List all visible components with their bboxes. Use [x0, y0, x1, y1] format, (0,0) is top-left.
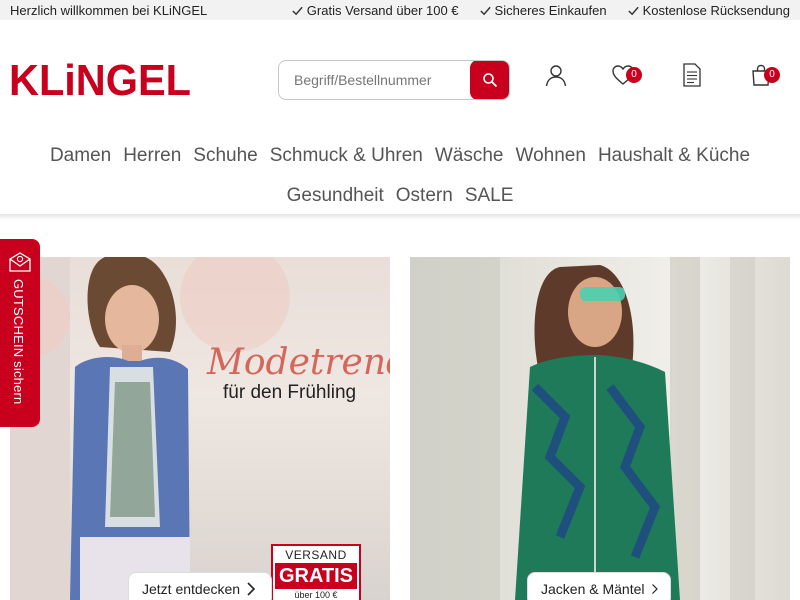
envelope-icon — [9, 252, 31, 272]
search-button[interactable] — [470, 61, 509, 99]
free-shipping-badge: VERSAND GRATIS über 100 € — [271, 544, 361, 600]
promo-subtitle: für den Frühling — [223, 382, 357, 403]
badge-line-1: VERSAND — [285, 548, 347, 562]
cta-label: Jacken & Mäntel — [541, 581, 645, 597]
nav-item-schuhe[interactable]: Schuhe — [193, 145, 257, 167]
badge-line-2: GRATIS — [275, 563, 357, 589]
check-icon — [479, 6, 491, 15]
usp-label: Gratis Versand über 100 € — [306, 2, 459, 18]
search-icon — [483, 73, 498, 88]
usp-label: Kostenlose Rücksendung — [642, 2, 790, 18]
promo-tile-women-fashion[interactable]: Modetrends für den Frühling VERSAND GRAT… — [10, 257, 390, 600]
cart-count-badge: 0 — [764, 67, 780, 83]
nav-item-ostern[interactable]: Ostern — [396, 185, 453, 207]
catalog-order-button[interactable] — [679, 62, 705, 88]
badge-line-3: über 100 € — [294, 590, 338, 600]
nav-row-primary: Damen Herren Schuhe Schmuck & Uhren Wäsc… — [0, 138, 800, 174]
klingel-logo[interactable]: KLiNGEL — [9, 58, 193, 100]
usp-list: Gratis Versand über 100 € Sicheres Einka… — [291, 3, 790, 18]
account-button[interactable] — [543, 62, 569, 88]
usp-free-returns: Kostenlose Rücksendung — [627, 3, 790, 18]
check-icon — [627, 6, 639, 15]
jackets-coats-button[interactable]: Jacken & Mäntel — [527, 572, 671, 600]
chevron-right-icon — [247, 582, 256, 596]
nav-item-gesundheit[interactable]: Gesundheit — [287, 185, 384, 207]
search-input[interactable] — [279, 61, 469, 99]
discover-button[interactable]: Jetzt entdecken — [128, 572, 272, 600]
nav-row-secondary: Gesundheit Ostern SALE — [0, 178, 800, 214]
check-icon — [292, 6, 303, 15]
nav-item-sale[interactable]: SALE — [465, 185, 514, 207]
voucher-side-tab[interactable]: GUTSCHEIN sichern — [0, 239, 40, 427]
document-icon — [683, 63, 701, 87]
nav-item-haushalt-kueche[interactable]: Haushalt & Küche — [598, 145, 750, 167]
model-photo — [410, 257, 755, 600]
promo-tile-jackets-coats[interactable]: Jacken & Mäntel — [410, 257, 790, 600]
logo-text: KLiNGEL — [9, 58, 191, 100]
usp-free-shipping: Gratis Versand über 100 € — [291, 3, 459, 18]
wishlist-button[interactable]: 0 — [610, 62, 642, 88]
nav-item-damen[interactable]: Damen — [50, 145, 111, 167]
welcome-text: Herzlich willkommen bei KLiNGEL — [10, 2, 208, 18]
nav-item-wohnen[interactable]: Wohnen — [516, 145, 586, 167]
promo-title: Modetrends — [207, 342, 390, 383]
voucher-label: GUTSCHEIN sichern — [11, 279, 26, 405]
chevron-right-icon — [651, 584, 658, 594]
usp-secure-shopping: Sicheres Einkaufen — [479, 3, 607, 18]
main-navigation: Damen Herren Schuhe Schmuck & Uhren Wäsc… — [0, 138, 800, 214]
nav-item-waesche[interactable]: Wäsche — [435, 145, 504, 167]
cart-button[interactable]: 0 — [748, 62, 780, 88]
user-icon — [545, 65, 567, 87]
nav-item-herren[interactable]: Herren — [123, 145, 181, 167]
nav-item-schmuck-uhren[interactable]: Schmuck & Uhren — [270, 145, 423, 167]
wishlist-count-badge: 0 — [626, 67, 642, 83]
top-info-bar: Herzlich willkommen bei KLiNGEL Gratis V… — [0, 0, 800, 20]
search-box — [278, 60, 510, 100]
usp-label: Sicheres Einkaufen — [494, 2, 607, 18]
cta-label: Jetzt entdecken — [142, 581, 241, 597]
header-divider — [0, 214, 800, 220]
